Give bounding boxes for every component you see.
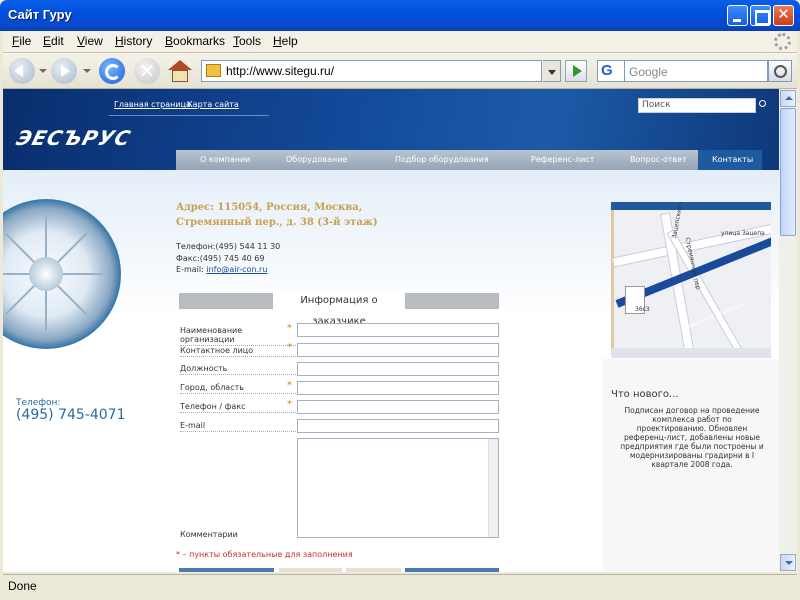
- field-label-phone-fax: Телефон / факс: [180, 402, 296, 413]
- form-button-middle-2[interactable]: [346, 568, 401, 572]
- city-input[interactable]: [297, 381, 499, 395]
- location-map[interactable]: Стремянный переулок улица Зацепа Стремян…: [611, 202, 771, 358]
- email-link[interactable]: info@air-con.ru: [206, 265, 267, 274]
- contact-fax: Факс:(495) 745 40 69: [176, 254, 265, 263]
- map-header: [611, 202, 771, 210]
- scroll-thumb[interactable]: [780, 108, 796, 236]
- scroll-up-button[interactable]: [780, 90, 796, 107]
- address-url: http://www.sitegu.ru/: [226, 64, 335, 78]
- menu-edit[interactable]: Edit: [43, 34, 64, 48]
- browser-window: Сайт Гуру ✕ File Edit View History Bookm…: [0, 0, 800, 600]
- window-title: Сайт Гуру: [8, 7, 72, 22]
- forward-button[interactable]: [51, 58, 77, 84]
- comments-textarea[interactable]: [297, 438, 499, 538]
- contact-email: E-mail: info@air-con.ru: [176, 265, 268, 274]
- tab-contacts[interactable]: Контакты: [712, 155, 753, 164]
- required-marker: *: [287, 323, 292, 334]
- site-logo[interactable]: ЭЕСЪРУС: [14, 126, 134, 150]
- tab-reference-list[interactable]: Референс-лист: [531, 155, 594, 164]
- form-title: Информация о заказчике: [273, 290, 405, 327]
- site-folder-icon: [206, 64, 221, 77]
- menu-history[interactable]: History: [115, 34, 152, 48]
- email-input[interactable]: [297, 419, 499, 433]
- field-label-position: Должность: [180, 364, 296, 375]
- field-label-email: E-mail: [180, 421, 296, 432]
- site-nav-tabs: О компании Оборудование Подбор оборудова…: [176, 150, 762, 170]
- position-input[interactable]: [297, 362, 499, 376]
- form-button-middle-1[interactable]: [279, 568, 342, 572]
- search-engine-selector[interactable]: G: [597, 60, 625, 82]
- maximize-button[interactable]: [750, 5, 771, 26]
- forward-history-dropdown[interactable]: [83, 69, 91, 77]
- status-bar: Done: [3, 574, 797, 596]
- address-dropdown-button[interactable]: [543, 60, 561, 82]
- map-street-label: улица Зацепа: [721, 230, 765, 237]
- reload-button[interactable]: [99, 58, 125, 84]
- address-line-2: Стремянный пер., д. 38 (3-й этаж): [176, 217, 378, 228]
- minimize-button[interactable]: [727, 5, 748, 26]
- news-title: Что нового...: [611, 389, 679, 400]
- google-icon: G: [601, 62, 613, 79]
- form-buttons: [179, 568, 499, 572]
- required-marker: *: [287, 399, 292, 410]
- status-text: Done: [8, 579, 37, 593]
- tab-equipment[interactable]: Оборудование: [286, 155, 347, 164]
- menu-view[interactable]: View: [77, 34, 103, 48]
- news-body: Подписан договор на проведение комплекса…: [620, 406, 764, 469]
- site-search-icon[interactable]: [759, 100, 766, 107]
- menu-file[interactable]: File: [12, 34, 31, 48]
- required-note: * – пункты обязательные для заполнения: [176, 550, 353, 559]
- activity-throbber-icon: [774, 33, 791, 50]
- stop-button[interactable]: [134, 58, 160, 84]
- required-marker: *: [287, 342, 292, 353]
- header-divider: [109, 115, 269, 116]
- field-label-city: Город, область: [180, 383, 296, 394]
- map-building-label: 36с3: [635, 306, 650, 313]
- organization-input[interactable]: [297, 323, 499, 337]
- tab-about[interactable]: О компании: [200, 155, 250, 164]
- navigation-toolbar: http://www.sitegu.ru/ G Google: [3, 53, 797, 89]
- home-page-link[interactable]: Главная страница: [114, 100, 191, 109]
- address-line-1: Адрес: 115054, Россия, Москва,: [176, 202, 363, 213]
- sidebar-phone: (495) 745-4071: [16, 407, 126, 423]
- back-history-dropdown[interactable]: [39, 69, 47, 77]
- menu-help[interactable]: Help: [273, 34, 298, 48]
- required-marker: *: [287, 380, 292, 391]
- site-search-input[interactable]: Поиск: [638, 98, 756, 113]
- menu-tools[interactable]: Tools: [233, 34, 261, 48]
- site-header: Главная страница Карта сайта Поиск ЭЕСЪР…: [3, 89, 779, 170]
- contact-person-input[interactable]: [297, 343, 499, 357]
- address-bar[interactable]: http://www.sitegu.ru/: [201, 60, 542, 82]
- field-label-organization: Наименование организации: [180, 326, 296, 346]
- form-button-left[interactable]: [179, 568, 274, 572]
- field-label-comments: Комментарии: [180, 530, 238, 539]
- contact-phone: Телефон:(495) 544 11 30: [176, 242, 281, 251]
- textarea-scrollbar[interactable]: [488, 439, 498, 537]
- sitemap-link[interactable]: Карта сайта: [187, 100, 239, 109]
- search-input[interactable]: Google: [625, 60, 768, 82]
- field-label-contact-person: Контактное лицо: [180, 346, 296, 357]
- phone-fax-input[interactable]: [297, 400, 499, 414]
- go-button[interactable]: [565, 60, 587, 82]
- vertical-scrollbar[interactable]: [779, 89, 797, 572]
- menu-bar: File Edit View History Bookmarks Tools H…: [3, 31, 797, 53]
- map-footer: [611, 348, 771, 358]
- page-viewport: Главная страница Карта сайта Поиск ЭЕСЪР…: [3, 89, 779, 572]
- close-button[interactable]: ✕: [773, 5, 794, 26]
- home-button[interactable]: [167, 58, 193, 84]
- menu-bookmarks[interactable]: Bookmarks: [165, 34, 225, 48]
- back-button[interactable]: [9, 58, 35, 84]
- search-icon[interactable]: [768, 60, 792, 82]
- title-bar[interactable]: Сайт Гуру ✕: [0, 0, 800, 31]
- scroll-down-button[interactable]: [780, 554, 796, 571]
- close-icon: ✕: [777, 5, 790, 23]
- tab-faq[interactable]: Вопрос-ответ: [630, 155, 687, 164]
- tab-equipment-selection[interactable]: Подбор оборудования: [395, 155, 489, 164]
- form-button-right[interactable]: [405, 568, 499, 572]
